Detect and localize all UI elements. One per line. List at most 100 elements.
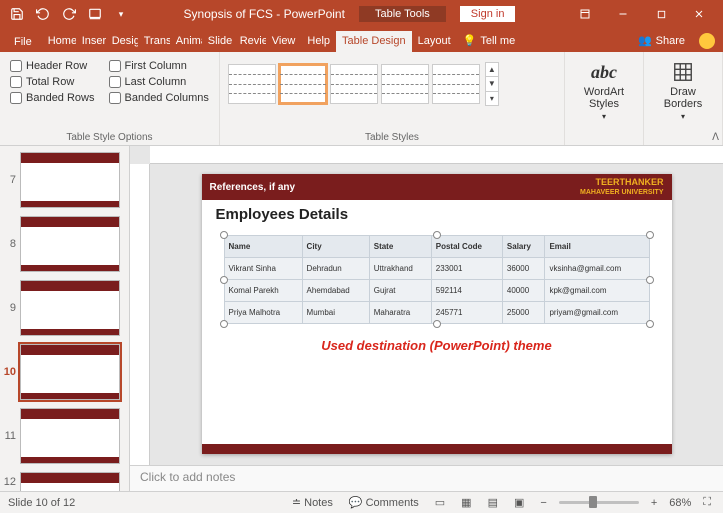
view-normal-icon[interactable]: ▭ [431,496,449,509]
chk-first-col-label: First Column [125,60,187,72]
document-title: Synopsis of FCS - PowerPoint [184,7,345,21]
share-button[interactable]: 👥 Share [632,30,691,52]
slide-canvas[interactable]: References, if any TEERTHANKERMAHAVEER U… [150,164,723,465]
table-style-3[interactable] [330,64,378,104]
thumb-8[interactable]: 8 [2,216,127,272]
notes-button[interactable]: ≐Notes [288,496,337,509]
fit-to-window-icon[interactable]: ⛶ [699,496,715,509]
startfromstart-icon[interactable] [84,3,106,25]
thumb-12[interactable]: 12 [2,472,127,491]
chk-header-row[interactable]: Header Row [10,60,95,72]
thumb-11[interactable]: 11 [2,408,127,464]
thumb-9[interactable]: 9 [2,280,127,336]
thumb-7[interactable]: 7 [2,152,127,208]
th-state: State [369,236,431,258]
tell-me[interactable]: 💡 Tell me [457,30,522,52]
table-style-gallery-scroll[interactable]: ▲▼▾ [485,62,499,106]
zoom-out-icon[interactable]: − [536,497,550,509]
group-label-table-styles: Table Styles [228,130,556,143]
view-slideshow-icon[interactable]: ▣ [510,496,528,509]
tab-layout[interactable]: Layout [412,31,457,52]
window-title: Synopsis of FCS - PowerPoint Table Tools… [132,6,567,22]
table-style-4[interactable] [381,64,429,104]
tab-view[interactable]: View [266,31,302,52]
tab-insert[interactable]: Insert [76,31,106,52]
redo-icon[interactable] [58,3,80,25]
gallery-up-icon[interactable]: ▲ [486,63,498,77]
chk-first-column[interactable]: First Column [109,60,209,72]
university-logo-text: TEERTHANKERMAHAVEER UNIVERSITY [580,178,664,196]
tell-me-label: Tell me [480,35,515,47]
zoom-slider[interactable] [559,501,639,504]
thumb-num-10: 10 [2,366,16,378]
minimize-icon[interactable] [605,3,641,25]
thumb-10[interactable]: 10 [2,344,127,400]
tab-transitions[interactable]: Transitions [138,31,170,52]
group-label-style-options: Table Style Options [8,130,211,143]
table-row: Komal ParekhAhemdabadGujrat59211440000kp… [224,280,649,302]
group-wordart: abc WordArt Styles ▾ [565,52,644,145]
tab-file[interactable]: File [4,32,42,52]
window-controls [567,3,717,25]
tab-help[interactable]: Help [301,31,336,52]
close-icon[interactable] [681,3,717,25]
view-reading-icon[interactable]: ▤ [484,496,502,509]
thumb-num-7: 7 [2,174,16,186]
tab-review[interactable]: Review [234,31,266,52]
slide-area: References, if any TEERTHANKERMAHAVEER U… [130,146,723,491]
table-style-2[interactable] [279,64,327,104]
zoom-percent[interactable]: 68% [669,497,691,509]
comments-btn-label: Comments [366,497,419,509]
zoom-in-icon[interactable]: + [647,497,661,509]
chk-header-row-label: Header Row [26,60,87,72]
table-style-1[interactable] [228,64,276,104]
view-sorter-icon[interactable]: ▦ [457,496,475,509]
gallery-down-icon[interactable]: ▼ [486,77,498,91]
thumb-num-11: 11 [2,430,16,442]
slide[interactable]: References, if any TEERTHANKERMAHAVEER U… [202,174,672,454]
sign-in-button[interactable]: Sign in [460,6,516,22]
group-table-styles: ▲▼▾ Table Styles [220,52,565,145]
workspace: 7 8 9 10 11 12 References, if any TEERTH… [0,146,723,491]
tab-slideshow[interactable]: Slide Show [202,31,234,52]
notes-placeholder: Click to add notes [140,470,235,484]
chk-last-column[interactable]: Last Column [109,76,209,88]
notes-pane[interactable]: Click to add notes [130,465,723,491]
chk-banded-cols-label: Banded Columns [125,92,209,104]
slide-thumbnails-pane[interactable]: 7 8 9 10 11 12 [0,146,130,491]
slide-footer-bar [202,444,672,454]
notes-btn-label: Notes [304,497,333,509]
save-icon[interactable] [6,3,28,25]
wordart-styles-button[interactable]: abc WordArt Styles ▾ [573,56,635,125]
chk-banded-rows[interactable]: Banded Rows [10,92,95,104]
slide-title: Employees Details [202,200,672,229]
gallery-more-icon[interactable]: ▾ [486,92,498,105]
table-style-5[interactable] [432,64,480,104]
chk-banded-columns[interactable]: Banded Columns [109,92,209,104]
comments-button[interactable]: 💬Comments [345,496,423,509]
ribbon-options-icon[interactable] [567,3,603,25]
employees-table[interactable]: Name City State Postal Code Salary Email… [224,235,650,324]
tab-design[interactable]: Design [106,31,138,52]
ruler-vertical [130,164,150,465]
th-name: Name [224,236,302,258]
context-tab-label: Table Tools [359,6,446,22]
feedback-smiley-icon[interactable] [699,33,715,49]
thumb-num-12: 12 [2,476,16,488]
thumb-num-9: 9 [2,302,16,314]
chk-total-row-label: Total Row [26,76,74,88]
undo-icon[interactable] [32,3,54,25]
tab-home[interactable]: Home [42,31,76,52]
tab-table-design[interactable]: Table Design [336,31,412,52]
group-draw-borders: Draw Borders ▾ [644,52,723,145]
collapse-ribbon-icon[interactable]: ᐱ [712,132,719,143]
table-selection[interactable]: Name City State Postal Code Salary Email… [224,235,650,324]
status-bar: Slide 10 of 12 ≐Notes 💬Comments ▭ ▦ ▤ ▣ … [0,491,723,513]
chevron-down-icon: ▾ [681,112,685,121]
qat-more-icon[interactable]: ▾ [110,3,132,25]
draw-borders-button[interactable]: Draw Borders ▾ [652,56,714,125]
chk-total-row[interactable]: Total Row [10,76,95,88]
maximize-icon[interactable] [643,3,679,25]
title-bar: ▾ Synopsis of FCS - PowerPoint Table Too… [0,0,723,28]
tab-animations[interactable]: Animations [170,31,202,52]
